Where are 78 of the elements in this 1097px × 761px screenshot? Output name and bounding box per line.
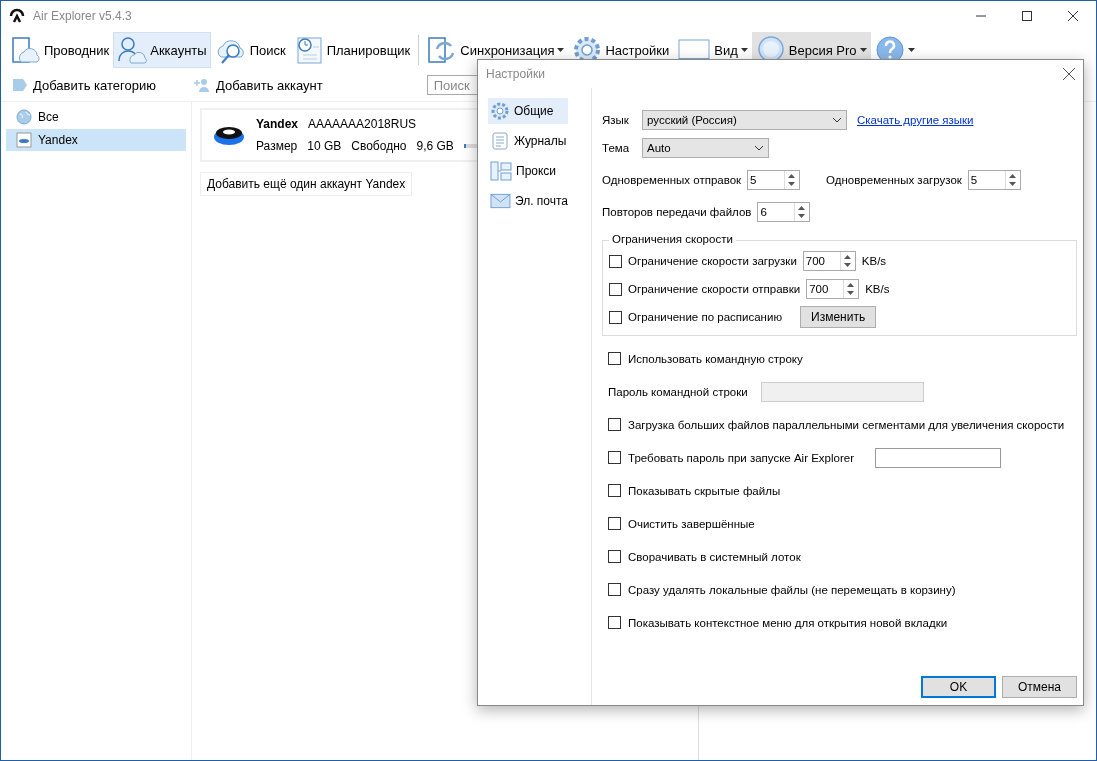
window-title: Air Explorer v5.4.3 (33, 9, 132, 23)
toolbar-button[interactable]: Вид (673, 32, 752, 68)
toolbar-button[interactable]: Проводник (7, 32, 114, 68)
retries-label: Повторов передачи файлов (602, 206, 752, 218)
free-value: 9,6 GB (416, 139, 454, 153)
checkbox[interactable] (608, 616, 621, 629)
toolbar-link[interactable]: Добавить категорию (13, 77, 156, 93)
checkbox[interactable] (609, 282, 622, 296)
checkbox-label: Сворачивать в системный лоток (628, 550, 801, 563)
uploads-spinner[interactable]: 5 (747, 170, 801, 190)
settings-icon (490, 101, 510, 121)
password-field[interactable] (875, 447, 1001, 468)
maximize-icon (1022, 11, 1032, 21)
close-icon[interactable] (1063, 68, 1075, 80)
downloads-label: Одновременных загрузок (826, 174, 962, 186)
retries-spinner[interactable]: 6 (757, 202, 811, 222)
close-icon (1068, 11, 1078, 21)
checkbox-label: Использовать командную строку (628, 352, 803, 365)
toolbar-button[interactable]: Аккаунты (113, 32, 211, 68)
add-user-icon (193, 78, 210, 92)
checkbox[interactable] (608, 451, 621, 464)
checkbox[interactable] (608, 583, 621, 596)
sidebar-item[interactable]: Yandex (6, 129, 186, 151)
checkbox[interactable] (609, 310, 622, 324)
theme-label: Тема (602, 142, 631, 154)
nav-item[interactable]: Общие (488, 98, 568, 124)
checkbox[interactable] (609, 254, 622, 268)
speed-spinner[interactable]: 700 (806, 279, 860, 299)
checkbox-label: Очистить завершённые (628, 517, 755, 530)
checkbox-label: Ограничение скорости загрузки (628, 255, 797, 267)
toolbar-button[interactable]: Поиск (210, 32, 290, 68)
field-label: Пароль командной строки (608, 385, 748, 398)
cancel-button[interactable]: Отмена (1002, 676, 1077, 698)
chevron-down-icon (754, 145, 764, 151)
account-service: Yandex (256, 117, 299, 131)
checkbox[interactable] (608, 550, 621, 563)
checkbox-label: Ограничение скорости отправки (628, 283, 801, 295)
language-label: Язык (602, 114, 630, 126)
unit-label: KB/s (861, 255, 887, 267)
nav-item[interactable]: Эл. почта (488, 188, 568, 214)
group-title: Ограничения скорости (609, 233, 736, 245)
tag-icon (13, 79, 27, 91)
app-logo-icon (9, 8, 25, 24)
globe-icon (16, 109, 32, 125)
theme-dropdown[interactable]: Auto (642, 138, 769, 158)
document-icon (490, 131, 510, 151)
accounts-icon (117, 35, 148, 65)
toolbar-button[interactable]: Планировщик (289, 32, 415, 68)
checkbox-label: Ограничение по расписанию (628, 311, 782, 323)
add-account-button[interactable]: Добавить ещё один аккаунт Yandex (200, 172, 413, 196)
unit-label: KB/s (865, 283, 890, 295)
checkbox-label: Показывать контекстное меню для открытия новой вкладки (628, 616, 948, 629)
checkbox-label: Требовать пароль при запуске Air Explorer (628, 451, 854, 464)
checkbox[interactable] (608, 484, 621, 497)
toolbar-link[interactable]: Добавить аккаунт (193, 77, 323, 93)
change-button[interactable]: Изменить (800, 306, 877, 328)
checkbox[interactable] (608, 517, 621, 530)
chevron-down-icon (832, 117, 842, 123)
checkbox[interactable] (608, 418, 621, 431)
toolbar-button[interactable]: Синхронизация (423, 32, 569, 68)
account-name: AAAAAAA2018RUS (308, 117, 417, 131)
explorer-icon (11, 35, 41, 65)
ok-button[interactable]: OK (921, 676, 996, 698)
free-label: Свободно (351, 139, 407, 153)
speed-spinner[interactable]: 700 (802, 251, 856, 271)
size-label: Размер (256, 139, 298, 153)
uploads-label: Одновременных отправок (602, 174, 742, 186)
sidebar-item[interactable]: Все (6, 106, 186, 128)
downloads-spinner[interactable]: 5 (967, 170, 1021, 190)
size-value: 10 GB (307, 139, 342, 153)
checkbox-label: Сразу удалять локальные файлы (не перемещать в корзину) (628, 583, 956, 596)
download-languages-link[interactable]: Скачать другие языки (857, 114, 974, 126)
checkbox-label: Показывать скрытые файлы (628, 484, 781, 497)
checkbox[interactable] (608, 352, 621, 365)
envelope-icon (490, 193, 511, 209)
computers-icon (490, 160, 512, 182)
checkbox-label: Загрузка больших файлов параллельными сегментами для увеличения скорости (628, 418, 1065, 431)
language-dropdown[interactable]: русский (Россия) (642, 110, 847, 130)
